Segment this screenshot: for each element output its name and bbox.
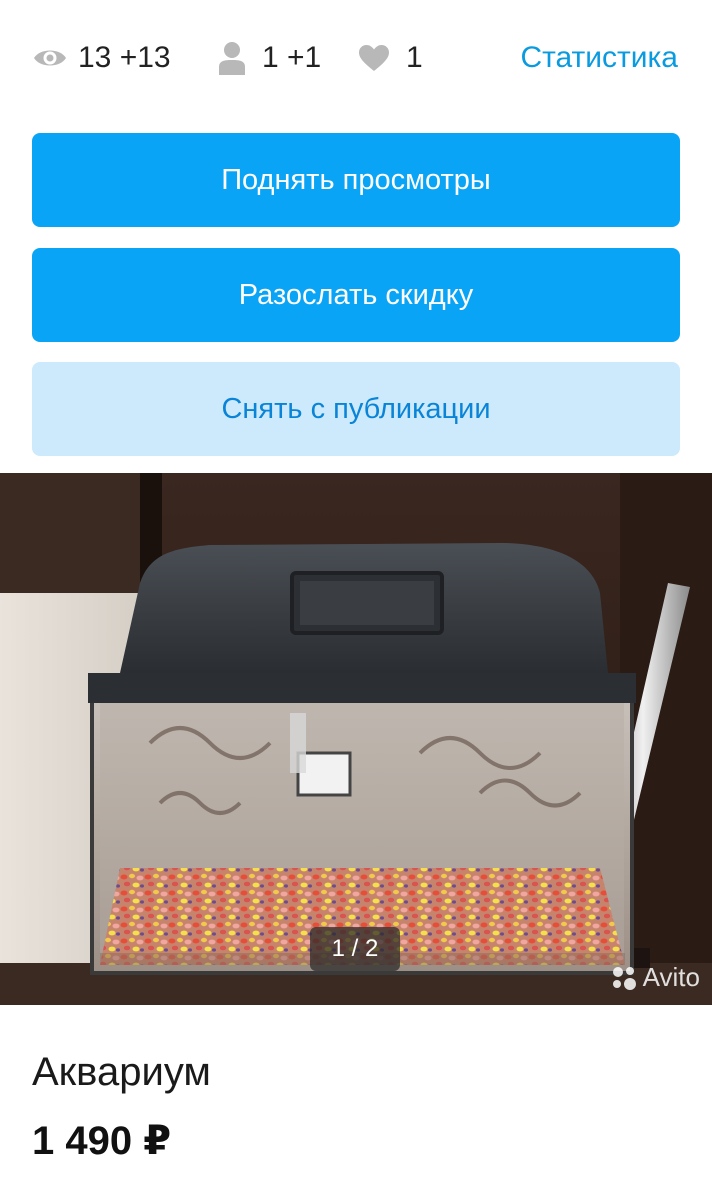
listing-stats-bar: 13 +13 1 +1 1 Статистика: [0, 0, 712, 118]
favorites-stat: 1: [358, 38, 423, 78]
photo-gallery[interactable]: 1 / 2 Avito: [0, 473, 712, 1005]
listing-price: 1 490 ₽: [32, 1119, 172, 1163]
photo-counter: 1 / 2: [310, 927, 400, 971]
listing-photo: [0, 473, 712, 1005]
raise-views-button[interactable]: Поднять просмотры: [32, 133, 680, 227]
unpublish-button[interactable]: Снять с публикации: [32, 362, 680, 456]
statistics-link[interactable]: Статистика: [520, 38, 678, 78]
person-icon: [219, 42, 245, 75]
send-discount-button[interactable]: Разослать скидку: [32, 248, 680, 342]
watermark-text: Avito: [642, 962, 700, 992]
heart-icon: [359, 45, 389, 71]
avito-logo-icon: [612, 966, 636, 990]
avito-watermark: Avito: [609, 962, 700, 993]
favorites-count: 1: [406, 41, 423, 74]
eye-icon: [34, 50, 66, 66]
contacts-count: 1 +1: [262, 41, 322, 74]
views-stat: 13 +13: [32, 38, 171, 78]
listing-title: Аквариум: [32, 1050, 211, 1094]
views-count: 13 +13: [78, 41, 171, 74]
contacts-stat: 1 +1: [218, 38, 321, 78]
